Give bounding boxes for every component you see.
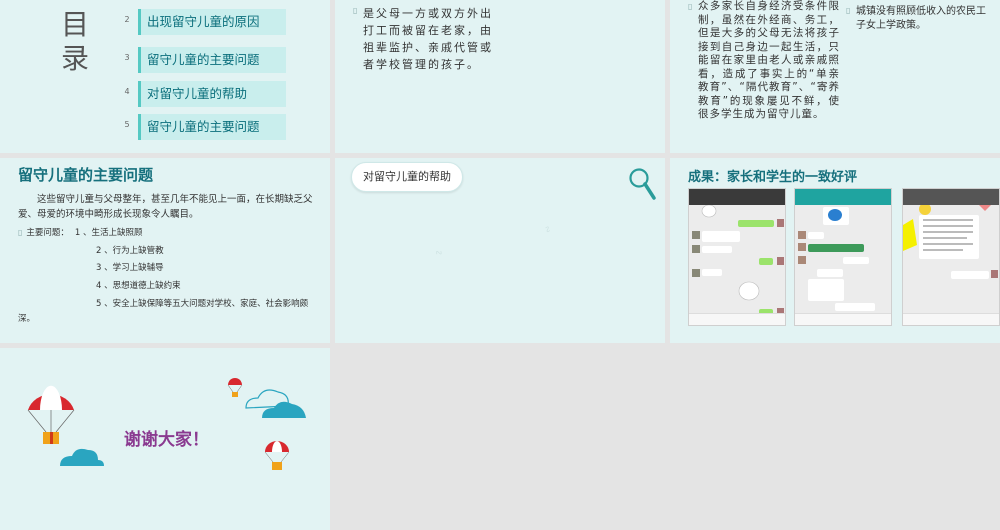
- toc-number: 3: [124, 53, 130, 62]
- watermark-decoration: ∿ ∿: [434, 224, 554, 260]
- slide-title: 成果：家长和学生的一致好评: [688, 170, 858, 185]
- slide-title: 留守儿童的主要问题: [18, 166, 154, 184]
- toc-number: 5: [124, 120, 130, 129]
- chat-screenshot: [794, 188, 892, 326]
- problems-list: ▯ 主要问题： 1 、生活上缺照顾 2 、行为上缺管教 3 、学习上缺辅导 4 、思…: [18, 224, 318, 327]
- magnifier-icon: [629, 168, 656, 200]
- slide-thanks[interactable]: 谢谢大家！: [0, 348, 330, 530]
- toc-number: 4: [124, 87, 130, 96]
- toc-item-4[interactable]: 4 对留守儿童的帮助: [120, 81, 290, 107]
- svg-text:∿: ∿: [541, 224, 553, 237]
- policy-text: 城镇没有照顾低收入的农民工子女上学政策。: [856, 6, 986, 31]
- bullet-icon: ▯: [688, 2, 693, 11]
- chat-content-image: [692, 204, 784, 316]
- slide-problems[interactable]: 留守儿童的主要问题 这些留守儿童与父母整年，甚至几年不能见上一面，在长期缺乏父爱…: [0, 158, 330, 343]
- svg-text:∿: ∿: [434, 247, 446, 259]
- toc-item-2[interactable]: 2 出现留守儿童的原因: [120, 9, 290, 35]
- toc-label: 对留守儿童的帮助: [138, 81, 286, 107]
- list-item: 3 、学习上缺辅导: [96, 263, 164, 273]
- slide-help[interactable]: 对留守儿童的帮助 ∿ ∿: [335, 158, 665, 343]
- help-title-pill: 对留守儿童的帮助: [351, 162, 463, 192]
- toc-title: 目录: [60, 8, 89, 75]
- toc-label: 留守儿童的主要问题: [138, 47, 286, 73]
- chat-content-image: [798, 207, 875, 311]
- definition-text: 是父母一方或双方外出打工而被留在老家，由祖辈监护、亲戚代管或者学校管理的孩子。: [363, 7, 493, 71]
- toc-label: 留守儿童的主要问题: [138, 114, 286, 140]
- slide-definition[interactable]: ▯ 是父母一方或双方外出打工而被留在老家，由祖辈监护、亲戚代管或者学校管理的孩子…: [335, 0, 665, 153]
- list-item: 1 、生活上缺照顾: [74, 228, 143, 238]
- bullet-icon: ▯: [846, 6, 851, 15]
- list-item: 4 、思想道德上缺约束: [96, 280, 181, 291]
- toc-number: 2: [124, 15, 130, 24]
- causes-text: 众多家长自身经济受条件限制，虽然在外经商、务工，但是大多的父母无法将孩子接到自己…: [698, 0, 840, 120]
- list-item: 2 、行为上缺管教: [96, 245, 164, 256]
- chat-screenshot: [688, 188, 786, 326]
- toc-label: 出现留守儿童的原因: [138, 9, 286, 35]
- list-item: 5 、安全上缺保障等五大问题对学校、家庭、社会影响颇深。: [18, 299, 309, 324]
- toc-item-3[interactable]: 3 留守儿童的主要问题: [120, 47, 290, 73]
- list-label: 主要问题：: [26, 228, 69, 238]
- chat-content-image: [903, 203, 998, 279]
- slide-causes[interactable]: ▯ 众多家长自身经济受条件限制，虽然在外经商、务工，但是大多的父母无法将孩子接到…: [670, 0, 1000, 153]
- bullet-icon: ▯: [18, 228, 23, 237]
- chat-screenshot: [902, 188, 1000, 326]
- thanks-text: 谢谢大家！: [124, 430, 209, 450]
- slide-toc[interactable]: 目录 2 出现留守儿童的原因 3 留守儿童的主要问题 4 对留守儿童的帮助 5 …: [0, 0, 330, 153]
- toc-item-5[interactable]: 5 留守儿童的主要问题: [120, 114, 290, 140]
- slide-results[interactable]: 成果：家长和学生的一致好评: [670, 158, 1000, 343]
- bullet-icon: ▯: [353, 6, 358, 15]
- problems-paragraph: 这些留守儿童与父母整年，甚至几年不能见上一面，在长期缺乏父爱、母爱的环境中畸形成…: [18, 194, 313, 220]
